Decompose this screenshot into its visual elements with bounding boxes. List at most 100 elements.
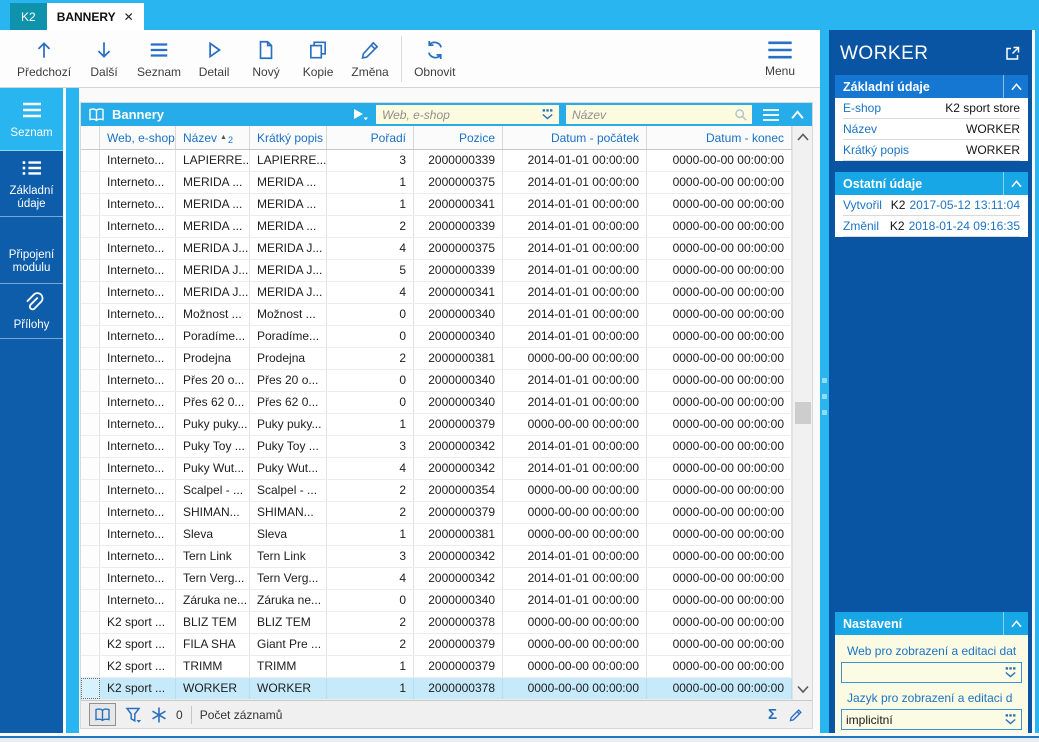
scrollbar-thumb[interactable] (795, 402, 811, 424)
sidebar-item-pripojeni-modulu[interactable]: Připojení modulu (0, 217, 63, 284)
row-gutter[interactable] (81, 370, 100, 391)
table-cell-nazev[interactable]: Puky Toy ... (176, 436, 250, 457)
table-row[interactable]: Interneto...Puky puky...Puky puky...1200… (81, 414, 792, 436)
table-cell-nazev[interactable]: MERIDA J... (176, 282, 250, 303)
column-header-poradi[interactable]: Pořadí (327, 126, 414, 149)
table-cell-pozice[interactable]: 2000000354 (414, 480, 503, 501)
table-cell-kratky-popis[interactable]: MERIDA J... (250, 282, 327, 303)
table-cell-poradi[interactable]: 0 (327, 304, 414, 325)
table-cell-datum-pocatek[interactable]: 0000-00-00 00:00:00 (503, 612, 647, 633)
table-cell-pozice[interactable]: 2000000342 (414, 436, 503, 457)
table-cell-nazev[interactable]: MERIDA ... (176, 216, 250, 237)
table-cell-poradi[interactable]: 1 (327, 678, 414, 699)
table-cell-nazev[interactable]: MERIDA J... (176, 238, 250, 259)
row-gutter[interactable] (81, 656, 100, 677)
table-row[interactable]: Interneto...MERIDA J...MERIDA J...520000… (81, 260, 792, 282)
table-cell-web-e-shop[interactable]: Interneto... (100, 150, 176, 171)
table-row[interactable]: Interneto...MERIDA J...MERIDA J...420000… (81, 238, 792, 260)
table-cell-pozice[interactable]: 2000000375 (414, 172, 503, 193)
grid-menu-icon[interactable] (762, 108, 780, 122)
table-cell-pozice[interactable]: 2000000340 (414, 304, 503, 325)
table-cell-poradi[interactable]: 3 (327, 150, 414, 171)
table-cell-nazev[interactable]: Tern Link (176, 546, 250, 567)
table-cell-pozice[interactable]: 2000000341 (414, 282, 503, 303)
table-cell-kratky-popis[interactable]: MERIDA ... (250, 194, 327, 215)
table-cell-web-e-shop[interactable]: Interneto... (100, 524, 176, 545)
table-cell-datum-konec[interactable]: 0000-00-00 00:00:00 (647, 634, 792, 655)
table-cell-poradi[interactable]: 1 (327, 194, 414, 215)
table-cell-pozice[interactable]: 2000000378 (414, 612, 503, 633)
table-cell-datum-konec[interactable]: 0000-00-00 00:00:00 (647, 260, 792, 281)
scroll-down-icon[interactable] (796, 684, 810, 694)
collapse-section-button[interactable] (1003, 172, 1028, 195)
row-gutter[interactable] (81, 238, 100, 259)
table-row[interactable]: Interneto...Přes 20 o...Přes 20 o...0200… (81, 370, 792, 392)
dropdown-icon[interactable] (540, 108, 555, 121)
table-cell-pozice[interactable]: 2000000339 (414, 150, 503, 171)
column-header-web-e-shop[interactable]: Web, e-shop (100, 126, 176, 149)
table-cell-nazev[interactable]: LAPIERRE... (176, 150, 250, 171)
table-cell-datum-konec[interactable]: 0000-00-00 00:00:00 (647, 436, 792, 457)
table-cell-web-e-shop[interactable]: Interneto... (100, 414, 176, 435)
table-cell-datum-pocatek[interactable]: 2014-01-01 00:00:00 (503, 370, 647, 391)
scroll-up-icon[interactable] (796, 132, 810, 142)
sidebar-item-prilohy[interactable]: Přílohy (0, 284, 63, 339)
table-cell-nazev[interactable]: MERIDA J... (176, 260, 250, 281)
field-row-vytvoril[interactable]: Vytvořil K22017-05-12 13:11:04 (843, 195, 1020, 216)
table-cell-datum-konec[interactable]: 0000-00-00 00:00:00 (647, 678, 792, 699)
row-gutter[interactable] (81, 172, 100, 193)
table-cell-kratky-popis[interactable]: Možnost ... (250, 304, 327, 325)
table-row[interactable]: Interneto...MERIDA J...MERIDA J...420000… (81, 282, 792, 304)
table-cell-poradi[interactable]: 3 (327, 436, 414, 457)
table-cell-nazev[interactable]: Tern Verg... (176, 568, 250, 589)
row-gutter[interactable] (81, 634, 100, 655)
row-gutter[interactable] (81, 678, 100, 699)
table-cell-pozice[interactable]: 2000000342 (414, 546, 503, 567)
table-cell-kratky-popis[interactable]: Tern Link (250, 546, 327, 567)
table-row[interactable]: Interneto...Tern Verg...Tern Verg...4200… (81, 568, 792, 590)
table-cell-web-e-shop[interactable]: K2 sport ... (100, 634, 176, 655)
table-cell-web-e-shop[interactable]: Interneto... (100, 568, 176, 589)
table-cell-datum-konec[interactable]: 0000-00-00 00:00:00 (647, 238, 792, 259)
table-cell-datum-pocatek[interactable]: 2014-01-01 00:00:00 (503, 260, 647, 281)
table-cell-nazev[interactable]: FILA SHA (176, 634, 250, 655)
table-cell-poradi[interactable]: 2 (327, 480, 414, 501)
table-cell-pozice[interactable]: 2000000379 (414, 634, 503, 655)
table-row[interactable]: Interneto...SHIMAN...SHIMAN...2200000037… (81, 502, 792, 524)
table-cell-kratky-popis[interactable]: MERIDA ... (250, 172, 327, 193)
dropdown-icon[interactable] (1003, 666, 1018, 679)
table-cell-kratky-popis[interactable]: BLIZ TEM (250, 612, 327, 633)
table-cell-pozice[interactable]: 2000000341 (414, 194, 503, 215)
table-cell-nazev[interactable]: Scalpel - ... (176, 480, 250, 501)
table-cell-datum-pocatek[interactable]: 2014-01-01 00:00:00 (503, 172, 647, 193)
table-cell-poradi[interactable]: 2 (327, 634, 414, 655)
table-cell-datum-konec[interactable]: 0000-00-00 00:00:00 (647, 326, 792, 347)
column-header-datum-konec[interactable]: Datum - konec (647, 126, 792, 149)
table-cell-nazev[interactable]: Přes 20 o... (176, 370, 250, 391)
table-cell-kratky-popis[interactable]: Záruka ne... (250, 590, 327, 611)
settings-header[interactable]: Nastavení (835, 612, 1028, 635)
column-header-pozice[interactable]: Pozice (414, 126, 503, 149)
table-cell-web-e-shop[interactable]: Interneto... (100, 458, 176, 479)
table-cell-pozice[interactable]: 2000000381 (414, 524, 503, 545)
table-cell-nazev[interactable]: Záruka ne... (176, 590, 250, 611)
table-cell-datum-konec[interactable]: 0000-00-00 00:00:00 (647, 414, 792, 435)
table-cell-datum-konec[interactable]: 0000-00-00 00:00:00 (647, 656, 792, 677)
table-cell-nazev[interactable]: Možnost ... (176, 304, 250, 325)
table-cell-pozice[interactable]: 2000000379 (414, 414, 503, 435)
web-eshop-filter-input[interactable] (376, 106, 540, 123)
sidebar-item-zakladni-udaje[interactable]: Základní údaje (0, 151, 63, 217)
row-gutter[interactable] (81, 216, 100, 237)
table-cell-pozice[interactable]: 2000000379 (414, 656, 503, 677)
other-data-header[interactable]: Ostatní údaje (835, 172, 1028, 195)
table-cell-nazev[interactable]: WORKER (176, 678, 250, 699)
table-cell-poradi[interactable]: 1 (327, 414, 414, 435)
row-gutter[interactable] (81, 458, 100, 479)
table-cell-kratky-popis[interactable]: Giant Pre ... (250, 634, 327, 655)
table-cell-nazev[interactable]: Prodejna (176, 348, 250, 369)
table-cell-kratky-popis[interactable]: Přes 62 0... (250, 392, 327, 413)
row-gutter[interactable] (81, 524, 100, 545)
table-cell-web-e-shop[interactable]: Interneto... (100, 546, 176, 567)
row-gutter[interactable] (81, 568, 100, 589)
row-gutter[interactable] (81, 348, 100, 369)
